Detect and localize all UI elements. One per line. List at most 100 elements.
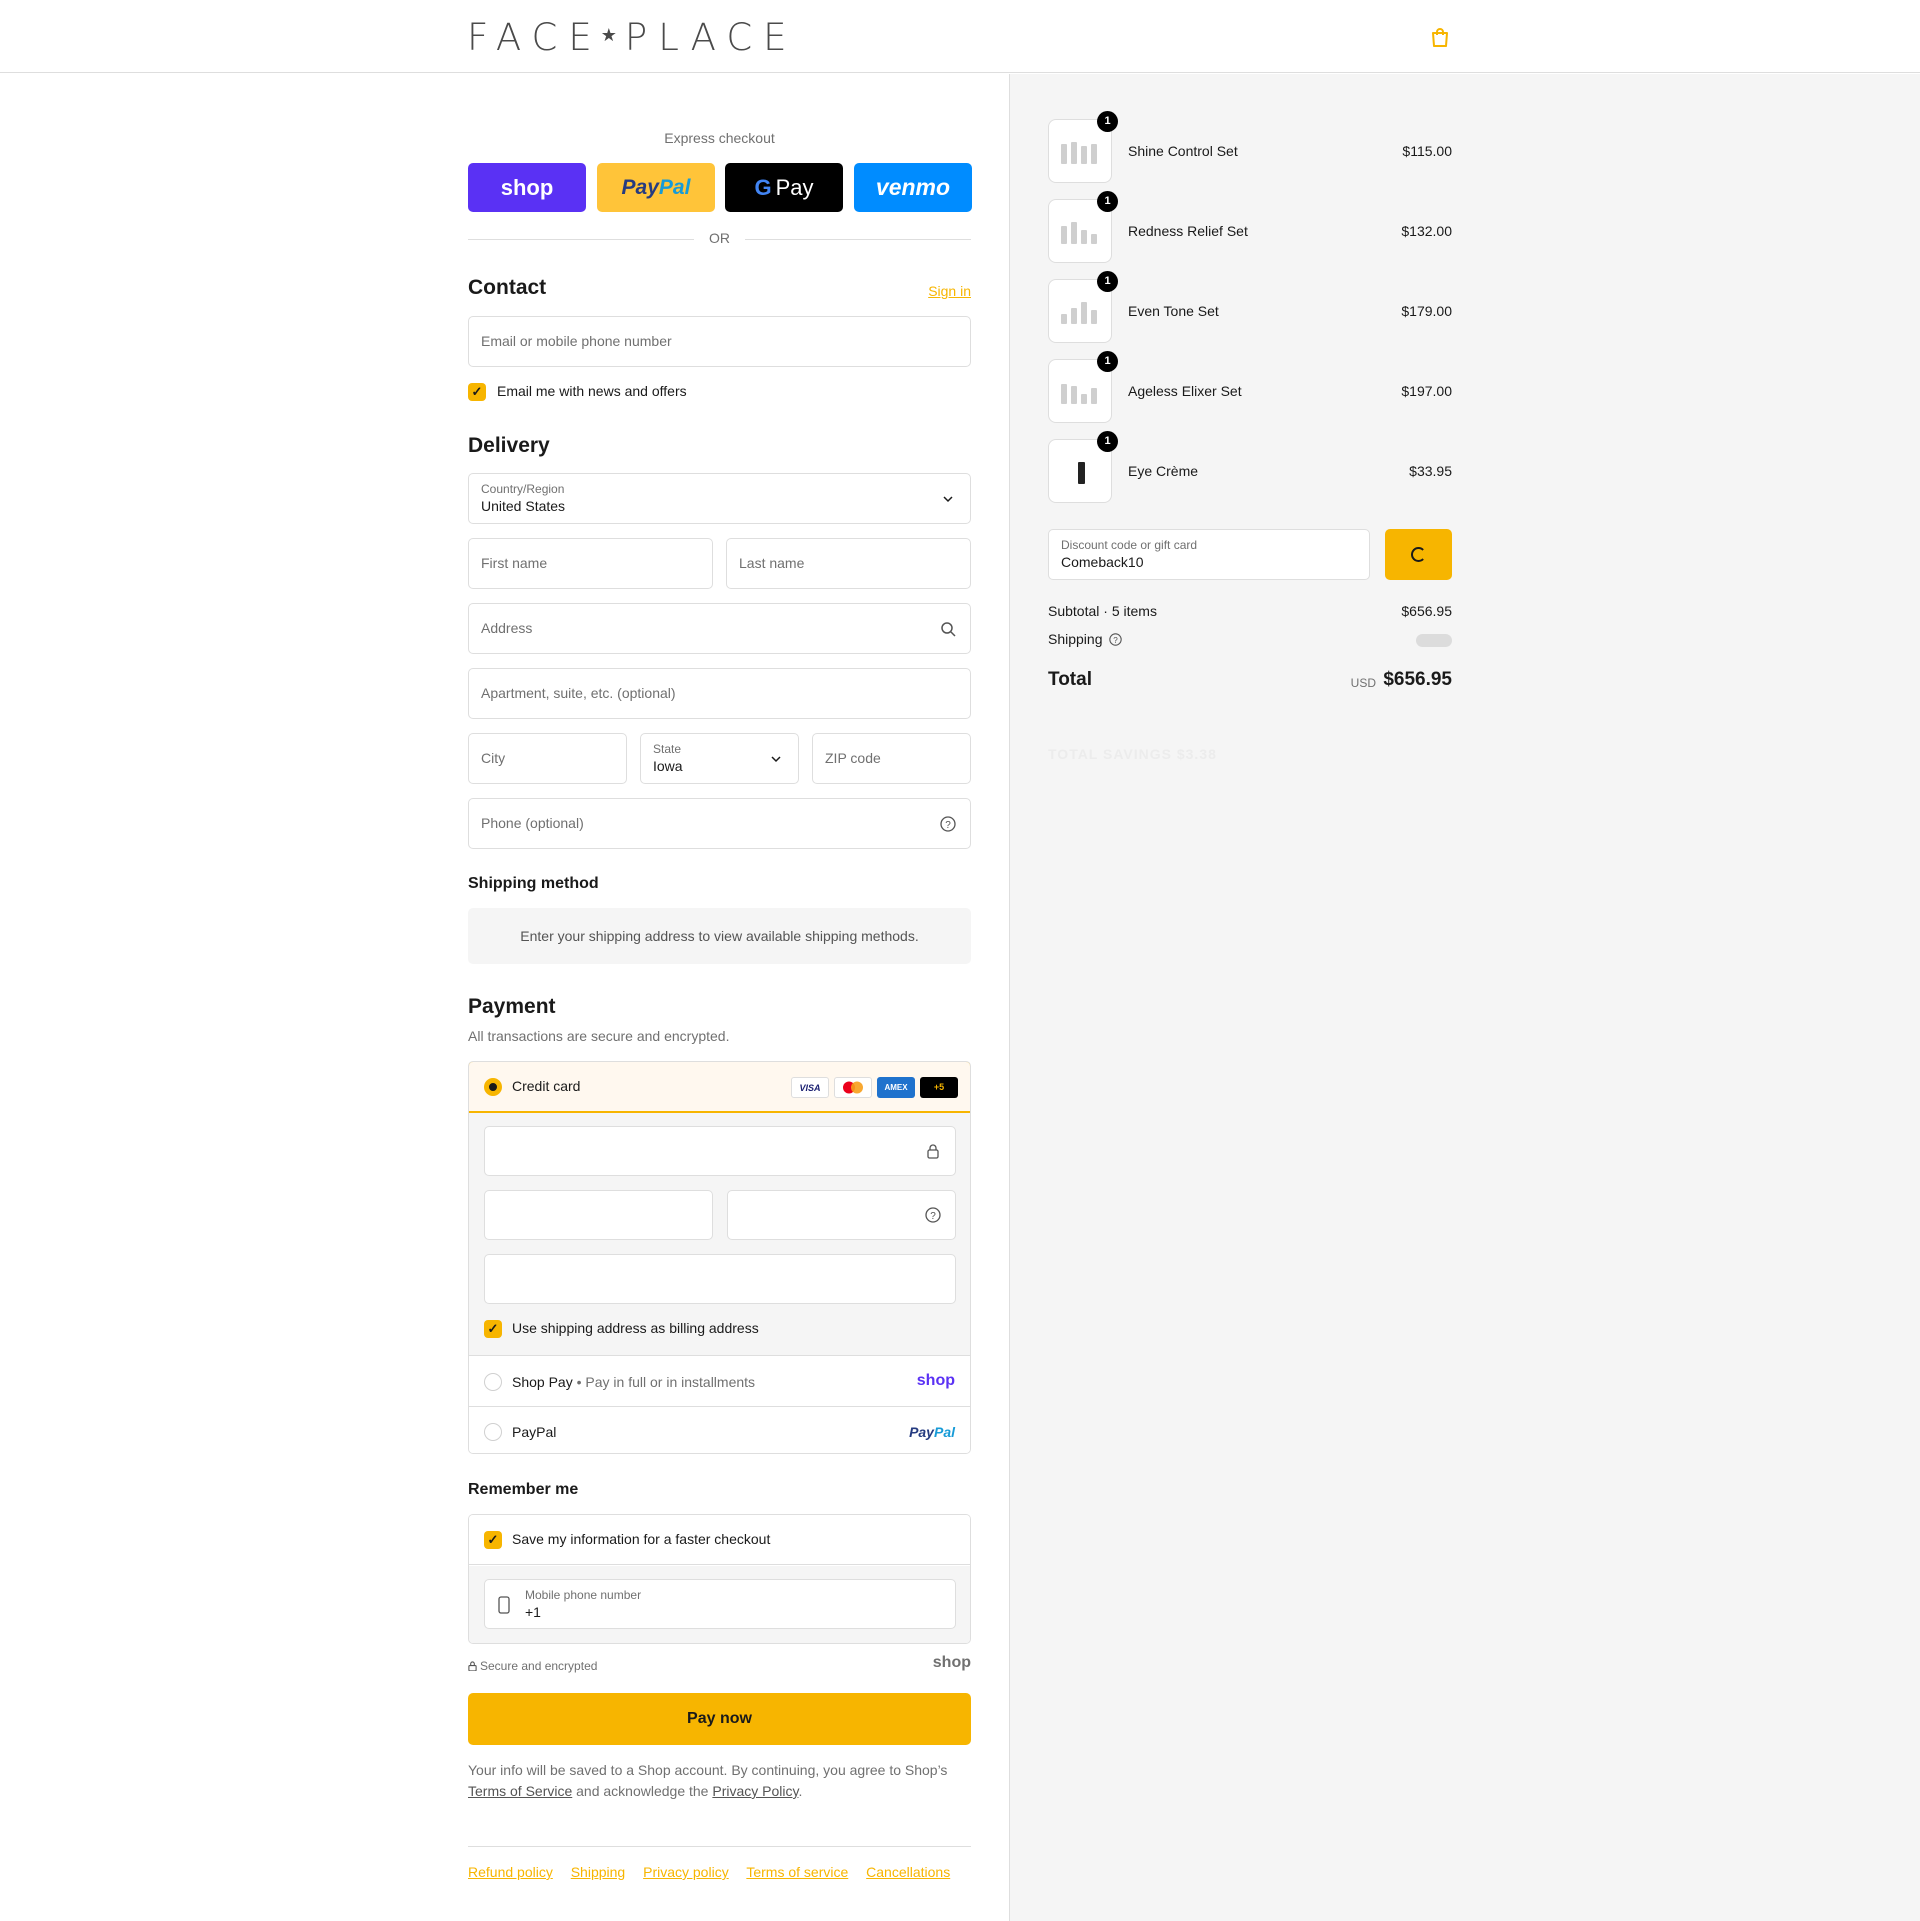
billing-checkbox[interactable]: ✓ <box>484 1320 502 1338</box>
loading-spinner-icon <box>1411 547 1426 562</box>
shipping-row: Shipping ? <box>1048 631 1452 647</box>
security-code-field[interactable]: ? <box>727 1190 956 1240</box>
lock-icon <box>468 1661 477 1672</box>
footer-divider <box>468 1846 971 1847</box>
address-field[interactable]: Address <box>468 603 971 654</box>
payment-subtitle: All transactions are secure and encrypte… <box>468 1028 730 1044</box>
logo[interactable]: FACE★ PLACE <box>467 16 798 59</box>
zip-field[interactable]: ZIP code <box>812 733 971 784</box>
first-name-field[interactable]: First name <box>468 538 713 589</box>
city-field[interactable]: City <box>468 733 627 784</box>
total-savings: TOTAL SAVINGS $3.38 <box>1048 746 1217 762</box>
secure-note: Secure and encrypted <box>468 1659 597 1673</box>
news-label: Email me with news and offers <box>497 383 687 399</box>
privacy-link[interactable]: Privacy Policy <box>712 1783 798 1799</box>
google-icon: G <box>754 174 772 200</box>
quantity-badge: 1 <box>1097 191 1118 212</box>
item-price: $179.00 <box>1401 303 1452 319</box>
venmo-button[interactable]: venmo <box>854 163 972 212</box>
last-name-field[interactable]: Last name <box>726 538 971 589</box>
state-select[interactable]: State Iowa <box>640 733 799 784</box>
help-icon: ? <box>1109 633 1123 646</box>
news-checkbox[interactable]: ✓ <box>468 383 486 401</box>
pay-now-button[interactable]: Pay now <box>468 1693 971 1745</box>
item-price: $197.00 <box>1401 383 1452 399</box>
shop-pay-radio[interactable] <box>484 1373 502 1391</box>
line-item: 1 Even Tone Set $179.00 <box>1048 271 1452 345</box>
shipping-method-note: Enter your shipping address to view avai… <box>468 908 971 964</box>
or-divider: OR <box>468 230 971 250</box>
country-select[interactable]: Country/Region United States <box>468 473 971 524</box>
express-checkout-title: Express checkout <box>664 130 775 146</box>
save-info-checkbox[interactable]: ✓ <box>484 1531 502 1549</box>
footer-links: Refund policy Shipping Privacy policy Te… <box>468 1864 964 1880</box>
item-price: $132.00 <box>1401 223 1452 239</box>
paypal-radio[interactable] <box>484 1423 502 1441</box>
chevron-down-icon <box>771 756 781 763</box>
logo-star: ★ <box>600 25 617 46</box>
remember-me-box: ✓ Save my information for a faster check… <box>468 1514 971 1644</box>
mobile-phone-icon <box>498 1596 510 1614</box>
lock-icon <box>927 1144 939 1159</box>
shop-pay-option[interactable]: Shop Pay • Pay in full or in installment… <box>469 1357 970 1407</box>
name-on-card-field[interactable] <box>484 1254 956 1304</box>
sign-in-link[interactable]: Sign in <box>928 283 971 299</box>
item-price: $33.95 <box>1409 463 1452 479</box>
google-pay-button[interactable]: G Pay <box>725 163 843 212</box>
terms-of-service-link[interactable]: Terms of service <box>746 1864 848 1880</box>
apply-discount-button[interactable] <box>1385 529 1452 580</box>
item-name: Shine Control Set <box>1128 143 1238 159</box>
delivery-heading: Delivery <box>468 434 550 457</box>
credit-card-selected-outline <box>469 1062 970 1113</box>
help-icon: ? <box>940 816 956 832</box>
legal-text: Your info will be saved to a Shop accoun… <box>468 1762 948 1799</box>
total-row: Total USD $656.95 <box>1048 669 1452 690</box>
phone-field[interactable]: Phone (optional) ? <box>468 798 971 849</box>
svg-text:?: ? <box>930 1211 936 1222</box>
save-info-label: Save my information for a faster checkou… <box>512 1531 771 1547</box>
payment-methods: Credit card VISA AMEX +5 ? ✓ Use shippin… <box>468 1061 971 1454</box>
payment-heading: Payment <box>468 995 556 1018</box>
svg-text:?: ? <box>1114 636 1119 645</box>
quantity-badge: 1 <box>1097 431 1118 452</box>
chevron-down-icon <box>943 496 953 503</box>
paypal-option[interactable]: PayPal PayPal <box>469 1407 970 1453</box>
shipping-loading-placeholder <box>1416 634 1452 647</box>
shop-logo: shop <box>932 1654 971 1671</box>
header: FACE★ PLACE <box>0 0 1920 73</box>
paypal-logo: PayPal <box>909 1424 955 1440</box>
quantity-badge: 1 <box>1097 351 1118 372</box>
line-item: 1 Ageless Elixer Set $197.00 <box>1048 351 1452 425</box>
line-item: 1 Redness Relief Set $132.00 <box>1048 191 1452 265</box>
line-item: 1 Shine Control Set $115.00 <box>1048 111 1452 185</box>
email-field[interactable]: Email or mobile phone number <box>468 316 971 367</box>
mobile-phone-field[interactable]: Mobile phone number +1 <box>484 1579 956 1629</box>
item-name: Ageless Elixer Set <box>1128 383 1242 399</box>
paypal-button[interactable]: Pay Pal <box>597 163 715 212</box>
billing-label: Use shipping address as billing address <box>512 1320 759 1336</box>
privacy-policy-link[interactable]: Privacy policy <box>643 1864 729 1880</box>
credit-card-form: ? ✓ Use shipping address as billing addr… <box>469 1113 970 1356</box>
refund-policy-link[interactable]: Refund policy <box>468 1864 553 1880</box>
shopping-bag-icon[interactable] <box>1430 26 1450 48</box>
expiry-field[interactable] <box>484 1190 713 1240</box>
shipping-link[interactable]: Shipping <box>571 1864 626 1880</box>
shop-logo: shop <box>916 1372 955 1389</box>
apartment-field[interactable]: Apartment, suite, etc. (optional) <box>468 668 971 719</box>
shipping-method-heading: Shipping method <box>468 875 599 892</box>
item-name: Redness Relief Set <box>1128 223 1248 239</box>
help-icon: ? <box>925 1207 941 1223</box>
cancellations-link[interactable]: Cancellations <box>866 1864 950 1880</box>
line-item: 1 Eye Crème $33.95 <box>1048 431 1452 505</box>
item-name: Eye Crème <box>1128 463 1199 479</box>
terms-link[interactable]: Terms of Service <box>468 1783 572 1799</box>
contact-heading: Contact <box>468 276 547 299</box>
subtotal-row: Subtotal · 5 items $656.95 <box>1048 603 1452 619</box>
card-number-field[interactable] <box>484 1126 956 1176</box>
item-name: Even Tone Set <box>1128 303 1219 319</box>
order-summary-panel <box>1009 74 1920 1921</box>
item-price: $115.00 <box>1402 143 1452 159</box>
shop-pay-button[interactable]: shop <box>468 163 586 212</box>
quantity-badge: 1 <box>1097 271 1118 292</box>
discount-code-field[interactable]: Discount code or gift card Comeback10 <box>1048 529 1370 580</box>
